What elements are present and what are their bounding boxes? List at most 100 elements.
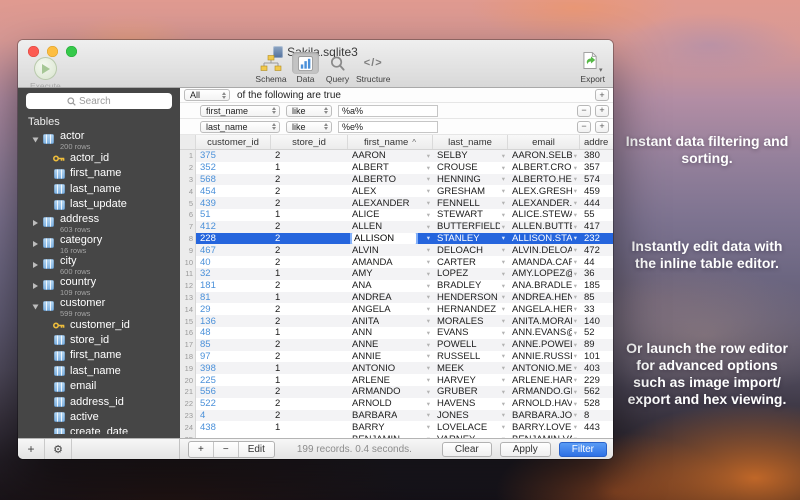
- cell-first-name[interactable]: ARLENE ▾: [348, 375, 433, 386]
- cell-last-name[interactable]: STANLEY ▾: [433, 233, 508, 244]
- cell-email[interactable]: ANNIE.RUSSEL… ▾: [508, 351, 580, 362]
- cell-address-id[interactable]: 232: [580, 233, 613, 244]
- cell-customer-id[interactable]: 181: [196, 280, 271, 291]
- cell-dropdown-icon[interactable]: ▾: [502, 293, 505, 301]
- table-row[interactable]: 1 375 2 AARON ▾ SELBY ▾ AARON.SELB ▾ 380: [180, 150, 613, 162]
- cell-last-name[interactable]: VARNEY ▾: [433, 434, 508, 438]
- remove-row-button[interactable]: −: [214, 441, 239, 457]
- table-row[interactable]: 13 81 1 ANDREA ▾ HENDERSON ▾ ANDREA.HEN …: [180, 291, 613, 304]
- cell-value[interactable]: ALBERTO: [352, 174, 396, 185]
- cell-dropdown-icon[interactable]: ▾: [427, 246, 430, 254]
- cell-email[interactable]: AARON.SELBY… ▾: [508, 150, 580, 161]
- cell-email[interactable]: ALBERTO.HEN… ▾: [508, 174, 580, 185]
- cell-store-id[interactable]: 2: [271, 386, 348, 397]
- add-filter-button[interactable]: +: [595, 89, 609, 101]
- cell-email[interactable]: ALLEN.BUTTER… ▾: [508, 221, 580, 232]
- sidebar-column-item[interactable]: first_name: [18, 166, 180, 181]
- cell-dropdown-icon[interactable]: ▾: [574, 152, 577, 160]
- apply-button[interactable]: Apply: [499, 441, 551, 457]
- cell-first-name[interactable]: AMANDA ▾: [348, 257, 433, 268]
- cell-dropdown-icon[interactable]: ▾: [427, 329, 430, 337]
- cell-customer-id[interactable]: 51: [196, 209, 271, 220]
- cell-first-name[interactable]: ALLEN ▾: [348, 221, 433, 232]
- table-row[interactable]: 11 32 1 AMY ▾ LOPEZ ▾ AMY.LOPEZ ▾ 36: [180, 267, 613, 280]
- cell-customer-id[interactable]: 398: [196, 363, 271, 374]
- table-row[interactable]: 8 228 2 ALLISON ▾ STANLEY ▾ ALLISON.STA …: [180, 232, 613, 245]
- cell-dropdown-icon[interactable]: ▾: [502, 282, 505, 290]
- cell-dropdown-icon[interactable]: ▾: [502, 341, 505, 349]
- cell-dropdown-icon[interactable]: ▾: [427, 341, 430, 349]
- cell-last-name[interactable]: SELBY ▾: [433, 150, 508, 161]
- cell-dropdown-icon[interactable]: ▾: [502, 246, 505, 254]
- table-row[interactable]: 4 454 2 ALEX ▾ GRESHAM ▾ ALEX.GRESH ▾ 45…: [180, 185, 613, 198]
- cell-last-name[interactable]: GRUBER ▾: [433, 386, 508, 397]
- cell-email[interactable]: ALVIN.DELOAC… ▾: [508, 245, 580, 256]
- cell-dropdown-icon[interactable]: ▾: [502, 364, 505, 372]
- cell-address-id[interactable]: 443: [580, 422, 613, 433]
- cell-dropdown-icon[interactable]: ▾: [502, 388, 505, 396]
- cell-dropdown-icon[interactable]: ▾: [574, 317, 577, 325]
- cell-last-name[interactable]: JONES ▾: [433, 410, 508, 421]
- cell-first-name[interactable]: ALICE ▾: [348, 209, 433, 220]
- cell-store-id[interactable]: 2: [271, 198, 348, 209]
- cell-dropdown-icon[interactable]: ▾: [574, 187, 577, 195]
- cell-store-id[interactable]: 2: [271, 280, 348, 291]
- cell-first-name[interactable]: AMY ▾: [348, 268, 433, 279]
- cell-customer-id[interactable]: 568: [196, 174, 271, 185]
- match-select[interactable]: All: [184, 89, 230, 101]
- cell-address-id[interactable]: 52: [580, 327, 613, 338]
- cell-dropdown-icon[interactable]: ▾: [502, 199, 505, 207]
- sidebar-table-item[interactable]: address 603 rows: [18, 213, 180, 234]
- cell-dropdown-icon[interactable]: ▾: [502, 164, 505, 172]
- sidebar-table-item[interactable]: country 109 rows: [18, 276, 180, 297]
- cell-dropdown-icon[interactable]: ▾: [427, 352, 430, 360]
- disclosure-triangle-icon[interactable]: [33, 240, 38, 247]
- cell-email[interactable]: ALBERT.CROU… ▾: [508, 162, 580, 173]
- cell-last-name[interactable]: MEEK ▾: [433, 363, 508, 374]
- cell-customer-id[interactable]: 29: [196, 304, 271, 315]
- edit-row-button[interactable]: Edit: [239, 442, 274, 457]
- table-row[interactable]: 23 4 2 BARBARA ▾ JONES ▾ BARBARA.JO ▾ 8: [180, 409, 613, 422]
- cell-dropdown-icon[interactable]: ▾: [427, 423, 430, 431]
- cell-dropdown-icon[interactable]: ▾: [574, 293, 577, 301]
- cell-customer-id[interactable]: 412: [196, 221, 271, 232]
- cell-store-id[interactable]: 1: [271, 162, 348, 173]
- cell-dropdown-icon[interactable]: ▾: [502, 411, 505, 419]
- cell-email[interactable]: BARRY.LOVELA… ▾: [508, 422, 580, 433]
- disclosure-triangle-icon[interactable]: [32, 137, 39, 143]
- cell-dropdown-icon[interactable]: ▾: [574, 376, 577, 384]
- cell-store-id[interactable]: 1: [271, 327, 348, 338]
- gear-icon[interactable]: ⚙: [45, 439, 72, 459]
- sidebar-column-item[interactable]: last_update: [18, 197, 180, 212]
- sidebar-column-item[interactable]: first_name: [18, 348, 180, 363]
- cell-dropdown-icon[interactable]: ▾: [502, 211, 505, 219]
- cell-store-id[interactable]: 2: [271, 304, 348, 315]
- cell-value[interactable]: ANTONIO: [352, 363, 395, 374]
- cell-address-id[interactable]: 36: [580, 268, 613, 279]
- cell-email[interactable]: ANA.BRADLEY… ▾: [508, 280, 580, 291]
- header-email[interactable]: email: [508, 135, 580, 149]
- cell-dropdown-icon[interactable]: ▾: [427, 293, 430, 301]
- cell-address-id[interactable]: 33: [580, 304, 613, 315]
- cell-customer-id[interactable]: 438: [196, 422, 271, 433]
- cell-store-id[interactable]: 1: [271, 292, 348, 303]
- search-field[interactable]: [26, 93, 172, 109]
- sidebar-column-item[interactable]: active: [18, 410, 180, 425]
- cell-dropdown-icon[interactable]: ▾: [574, 352, 577, 360]
- cell-dropdown-icon[interactable]: ▾: [574, 270, 577, 278]
- add-row-button[interactable]: +: [189, 441, 214, 457]
- cell-customer-id[interactable]: 352: [196, 162, 271, 173]
- cell-dropdown-icon[interactable]: ▾: [427, 234, 430, 242]
- cell-address-id[interactable]: 140: [580, 316, 613, 327]
- cell-first-name[interactable]: ALEX ▾: [348, 186, 433, 197]
- cell-last-name[interactable]: STEWART ▾: [433, 209, 508, 220]
- cell-last-name[interactable]: LOVELACE ▾: [433, 422, 508, 433]
- table-row[interactable]: 16 48 1 ANN ▾ EVANS ▾ ANN.EVANS ▾ 52: [180, 326, 613, 339]
- cell-dropdown-icon[interactable]: ▾: [427, 199, 430, 207]
- sidebar-column-item[interactable]: last_name: [18, 364, 180, 379]
- cell-email[interactable]: ANN.EVANS@s… ▾: [508, 327, 580, 338]
- cell-address-id[interactable]: 417: [580, 221, 613, 232]
- cell-first-name[interactable]: BENJAMIN ▾: [348, 434, 433, 438]
- table-row[interactable]: 17 85 2 ANNE ▾ POWELL ▾ ANNE.POWE ▾ 89: [180, 338, 613, 351]
- sidebar-column-item[interactable]: customer_id: [18, 318, 180, 333]
